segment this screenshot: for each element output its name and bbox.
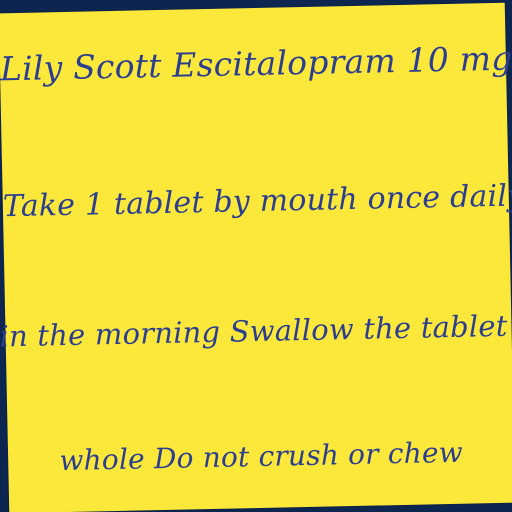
note-line-dosage: Take 1 tablet by mouth once daily xyxy=(2,178,512,225)
note-line-patient-medication: Lily Scott Escitalopram 10 mg xyxy=(0,38,512,89)
note-line-instructions: whole Do not crush or chew xyxy=(59,435,464,478)
note-line-timing: in the morning Swallow the tablet xyxy=(0,308,508,354)
sticky-note: Lily Scott Escitalopram 10 mg Take 1 tab… xyxy=(0,2,512,512)
photo-background: Lily Scott Escitalopram 10 mg Take 1 tab… xyxy=(0,0,512,512)
